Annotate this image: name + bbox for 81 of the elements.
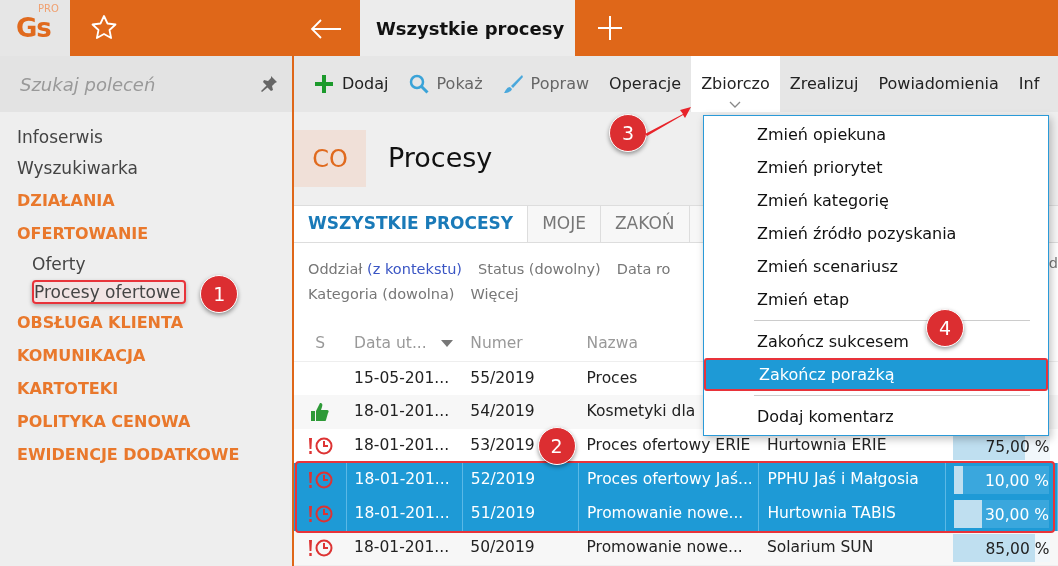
table-cell: Hurtownia ERIE (766, 436, 887, 455)
toolbar-button[interactable]: Zrealizuj (779, 56, 869, 112)
pin-icon (260, 75, 278, 93)
toolbar-button[interactable]: Dodaj (304, 56, 399, 112)
module-badge: CO (294, 130, 366, 187)
table-cell: Proces ofertowy ERIE (586, 436, 751, 455)
menu-item[interactable]: Dodaj komentarz (704, 400, 1048, 433)
table-cell: 15-05-201... (346, 361, 463, 395)
sidebar-item[interactable]: Oferty (32, 254, 90, 274)
search-icon (408, 74, 429, 94)
toolbar-button[interactable]: Popraw (492, 56, 600, 112)
table-cell: Proces ofertowy Jaś... (587, 470, 753, 489)
search-bar[interactable]: Szukaj poleceń (0, 56, 292, 112)
table-cell: 50/2019 (470, 538, 535, 557)
sidebar-section[interactable]: EWIDENCJE DODATKOWE (17, 445, 240, 464)
table-cell: Promowanie nowe... (586, 538, 743, 557)
toolbar-button[interactable]: Powiadomienia (868, 56, 1009, 112)
toolbar-button[interactable]: Inf (1008, 56, 1050, 112)
brush-icon (502, 74, 523, 94)
sidebar-section[interactable]: KOMUNIKACJA (17, 346, 146, 365)
filter-link[interactable]: Data ro (616, 257, 671, 282)
favorites-button[interactable] (90, 14, 118, 42)
table-cell: Promowanie nowe... (587, 504, 744, 523)
filter-link[interactable]: d (1048, 253, 1058, 275)
menu-item[interactable]: Zmień źródło pozyskania (704, 217, 1048, 250)
caret-icon (729, 101, 742, 108)
table-cell: 18-01-201... (346, 463, 463, 497)
sidebar-section[interactable]: DZIAŁANIA (17, 191, 115, 210)
menu-item[interactable]: Zmień kategorię (704, 184, 1048, 217)
table-cell: PPHU Jaś i Małgosia (767, 470, 919, 489)
sidebar-section[interactable]: OFERTOWANIE (17, 224, 149, 243)
sidebar-section[interactable]: POLITYKA CENOWA (17, 412, 191, 431)
progress-reading: 10,00 % (984, 471, 1049, 492)
new-tab-button[interactable] (597, 15, 623, 41)
table-cell: 18-01-201... (346, 497, 463, 531)
menu-item[interactable]: Zmień opiekuna (704, 118, 1048, 151)
table-cell: 54/2019 (470, 402, 535, 421)
sidebar-item[interactable]: Wyszukiwarka (17, 158, 138, 178)
filter-link[interactable]: Oddział (z kontekstu) (308, 257, 462, 282)
progress-reading: 30,00 % (984, 505, 1049, 526)
view-tab[interactable]: MOJE (528, 206, 601, 242)
table-cell: 51/2019 (470, 504, 536, 523)
filter-link[interactable]: Kategoria (dowolna) (308, 282, 455, 307)
column-header[interactable]: S (294, 327, 347, 361)
toolbar-button[interactable]: Zbiorczo (691, 56, 780, 112)
table-cell: Hurtownia TABIS (767, 504, 896, 523)
sort-descending-icon (440, 339, 453, 348)
thumbs-up-icon (309, 400, 332, 423)
view-tab[interactable]: ZAKOŃ (600, 206, 690, 242)
toolbar-button[interactable]: Pokaż (398, 56, 493, 112)
sidebar-item[interactable]: Procesy ofertowe (32, 280, 187, 304)
table-cell: 53/2019 (470, 436, 535, 455)
column-header[interactable]: Numer (462, 327, 579, 361)
column-header[interactable]: Data ut... (346, 327, 463, 361)
menu-item[interactable]: Zmień priorytet (704, 151, 1048, 184)
filter-link[interactable]: Więcej (470, 282, 519, 307)
table-cell: 52/2019 (470, 470, 536, 489)
star-icon (90, 14, 118, 42)
back-button[interactable] (310, 16, 342, 40)
sidebar-section[interactable]: OBSŁUGA KLIENTA (17, 313, 184, 332)
table-cell: Proces (586, 368, 638, 387)
table-cell: 55/2019 (470, 368, 535, 387)
sidebar-item[interactable]: Infoserwis (17, 127, 103, 147)
back-arrow-icon (310, 18, 342, 39)
page-title: Procesy (388, 141, 493, 176)
plus-icon (314, 74, 334, 94)
filter-link[interactable]: Status (dowolny) (478, 257, 601, 282)
table-cell: 18-01-201... (346, 429, 463, 463)
menu-item[interactable]: Zakończ porażką (704, 358, 1048, 391)
progress-reading: 85,00 % (985, 539, 1050, 560)
view-tab[interactable]: WSZYSTKIE PROCESY (294, 206, 529, 242)
table-cell: Kosmetyki dla (586, 402, 696, 421)
table-cell: Solarium SUN (766, 538, 874, 557)
table-cell: 18-01-201... (346, 531, 463, 565)
progress-reading: 75,00 % (985, 437, 1050, 458)
plus-icon (597, 15, 623, 41)
pointer-arrow (643, 104, 694, 136)
menu-item[interactable]: Zmień scenariusz (704, 250, 1048, 283)
sidebar-section[interactable]: KARTOTEKI (17, 379, 119, 398)
toolbar-button[interactable]: Operacje (599, 56, 692, 112)
table-cell: 18-01-201... (346, 395, 463, 429)
